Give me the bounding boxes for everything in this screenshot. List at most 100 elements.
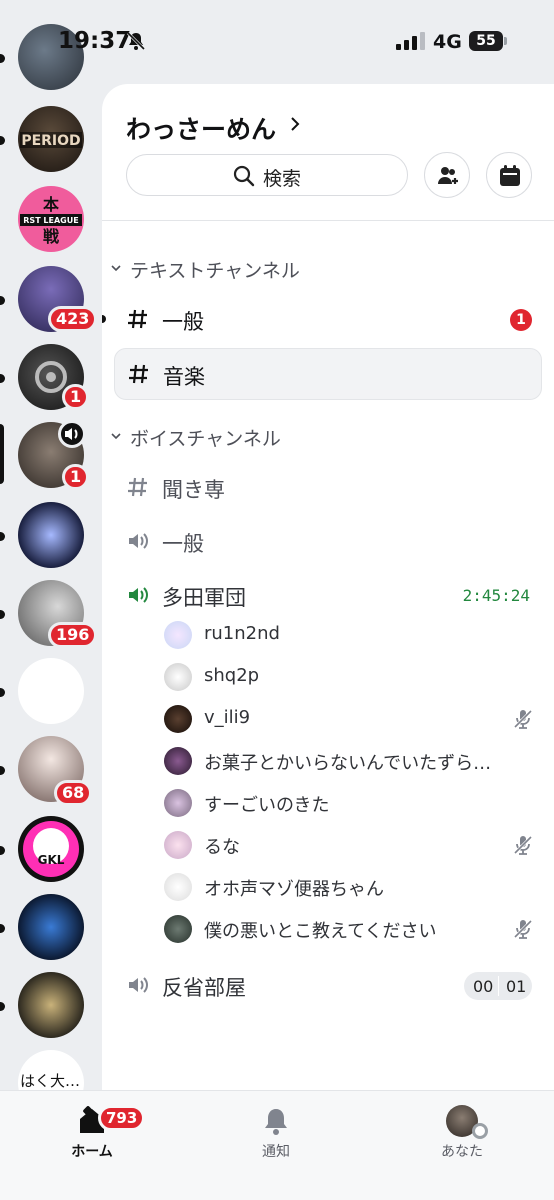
search-label: 検索: [263, 168, 302, 190]
server-icon[interactable]: 1: [18, 344, 90, 410]
channel-name: 音楽: [163, 365, 205, 389]
user-limit-badge: 00 01: [464, 972, 532, 1000]
server-icon[interactable]: 68: [18, 736, 93, 806]
server-icon[interactable]: 本 RST LEAGUE 戦: [18, 186, 84, 252]
voice-user[interactable]: 僕の悪いとこ教えてください: [164, 911, 534, 949]
server-rail: PERIOD 本 RST LEAGUE 戦 423 1 1 196 68 GKL…: [0, 0, 102, 1090]
unread-indicator: [102, 315, 106, 323]
avatar: [164, 621, 192, 649]
voice-user[interactable]: ru1n2nd: [164, 617, 534, 655]
home-badge: 793: [98, 1105, 146, 1131]
chevron-right-icon[interactable]: [288, 115, 302, 133]
channel-general-voice[interactable]: 一般: [114, 516, 542, 568]
server-icon[interactable]: [18, 502, 84, 568]
server-icon[interactable]: GKL: [18, 816, 84, 882]
tab-notifications[interactable]: 通知: [216, 1103, 336, 1163]
channel-music[interactable]: 音楽: [114, 348, 542, 400]
voice-user-name: すーごいのきた: [204, 795, 330, 816]
tab-label: ホーム: [71, 1144, 113, 1160]
mention-badge: 423: [48, 306, 98, 332]
mic-muted-icon: [513, 919, 533, 939]
channel-name: 聞き専: [162, 478, 225, 502]
tab-you[interactable]: あなた: [402, 1103, 522, 1163]
server-icon-selected[interactable]: 1: [18, 420, 90, 490]
avatar: [164, 831, 192, 859]
avatar: [164, 747, 192, 775]
channel-general-text[interactable]: 一般 1: [114, 294, 542, 346]
chevron-down-icon: [111, 433, 121, 440]
svg-text:PERIOD: PERIOD: [21, 133, 80, 149]
server-avatar: [18, 658, 84, 724]
voice-user[interactable]: お菓子とかいらないんでいたずら…: [164, 743, 534, 781]
channel-listen-only[interactable]: 聞き専: [114, 462, 542, 514]
voice-user[interactable]: shq2p: [164, 659, 534, 697]
invite-members-button[interactable]: [424, 152, 470, 198]
signal-icon: [396, 32, 425, 50]
channel-reflection-room[interactable]: 反省部屋 00 01: [114, 960, 542, 1012]
avatar: [164, 663, 192, 691]
hashtag-icon: [129, 364, 148, 384]
svg-text:戦: 戦: [43, 227, 60, 246]
channel-tada-gundan[interactable]: 多田軍団 2:45:24: [114, 570, 542, 622]
user-limit: 01: [506, 977, 527, 996]
server-icon[interactable]: [18, 658, 84, 724]
voice-user[interactable]: v_ili9: [164, 701, 534, 739]
voice-user-name: v_ili9: [204, 707, 251, 728]
voice-user-name: お菓子とかいらないんでいたずら…: [204, 753, 492, 774]
status-indicator: [472, 1123, 488, 1139]
speaker-active-icon: [129, 587, 148, 603]
svg-text:本: 本: [43, 195, 59, 214]
events-button[interactable]: [486, 152, 532, 198]
channel-name: 多田軍団: [162, 586, 246, 610]
server-icon[interactable]: [18, 972, 84, 1038]
chevron-down-icon: [111, 265, 121, 272]
server-icon[interactable]: [18, 894, 84, 960]
avatar: [164, 705, 192, 733]
server-icon[interactable]: 196: [18, 580, 98, 648]
channel-panel: わっさーめん 検索 テキストチャンネル 一般 1 音楽 ボイスチャンネル 聞き専…: [102, 84, 554, 1090]
hashtag-icon: [128, 309, 147, 329]
voice-user-name: オホ声マゾ便器ちゃん: [204, 879, 384, 900]
search-icon: [233, 165, 255, 187]
category-label: ボイスチャンネル: [130, 428, 281, 450]
server-avatar: [18, 972, 84, 1038]
status-time: 19:37: [58, 28, 132, 54]
mic-muted-icon: [513, 709, 533, 729]
avatar: [164, 789, 192, 817]
user-count: 00: [473, 977, 494, 996]
voice-user[interactable]: オホ声マゾ便器ちゃん: [164, 869, 534, 907]
mention-badge: 1: [62, 464, 90, 490]
channel-name: 一般: [162, 532, 204, 556]
speaker-icon: [129, 533, 148, 549]
voice-user[interactable]: るな: [164, 827, 534, 865]
voice-user[interactable]: すーごいのきた: [164, 785, 534, 823]
server-name[interactable]: わっさーめん: [126, 110, 276, 146]
voice-user-name: るな: [204, 837, 240, 858]
server-avatar: [18, 894, 84, 960]
svg-text:RST LEAGUE: RST LEAGUE: [23, 216, 78, 225]
bottom-navigation: 793 ホーム 通知 あなた: [0, 1090, 554, 1200]
hashtag-icon: [128, 477, 147, 497]
mention-badge: 196: [48, 622, 98, 648]
server-avatar: PERIOD: [18, 106, 84, 172]
tab-label: 通知: [262, 1144, 290, 1160]
server-icon[interactable]: PERIOD: [18, 106, 84, 172]
battery-level: 55: [469, 31, 503, 51]
calendar-icon: [500, 165, 520, 186]
voice-user-name: 僕の悪いとこ教えてください: [204, 921, 437, 942]
header-divider: [102, 220, 554, 221]
avatar: [164, 873, 192, 901]
mention-badge: 68: [54, 780, 93, 806]
voice-timer: 2:45:24: [462, 586, 530, 605]
bell-icon: [265, 1109, 287, 1135]
channel-name: 反省部屋: [162, 976, 246, 1000]
channel-name: 一般: [162, 310, 204, 334]
search-button[interactable]: 検索: [126, 154, 408, 196]
server-avatar: 本 RST LEAGUE 戦: [18, 186, 84, 252]
network-type: 4G: [433, 31, 462, 53]
server-icon[interactable]: 423: [18, 266, 98, 332]
server-avatar: GKL: [18, 816, 84, 882]
tab-home[interactable]: 793 ホーム: [32, 1103, 152, 1163]
category-label: テキストチャンネル: [130, 260, 300, 282]
add-user-icon: [438, 167, 458, 184]
